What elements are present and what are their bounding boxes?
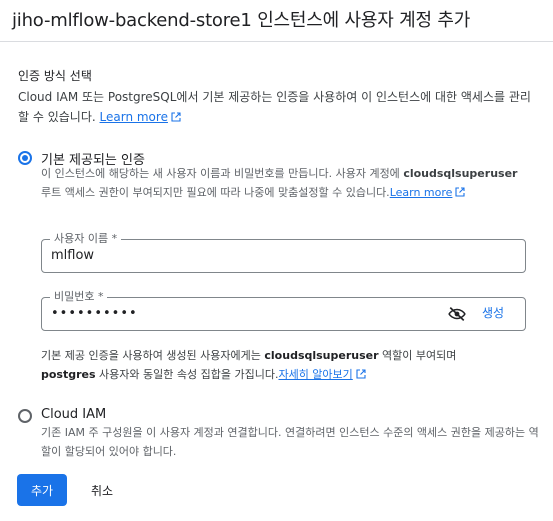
learn-more-link[interactable]: Learn more [100, 110, 181, 124]
builtin-desc-part1: 이 인스턴스에 해당하는 새 사용자 이름과 비밀번호를 만듭니다. 사용자 계… [41, 167, 404, 180]
note-learn-more-link[interactable]: 자세히 알아보기 [278, 368, 366, 381]
title-divider [0, 41, 553, 42]
password-field[interactable]: 비밀번호 * •••••••••• 생성 [41, 289, 526, 331]
note-postgres: postgres [41, 368, 96, 381]
note-part3: 사용자와 동일한 속성 집합을 가집니다. [95, 368, 279, 381]
auth-method-label: 인증 방식 선택 [18, 69, 92, 83]
auth-description-text: Cloud IAM 또는 PostgreSQL에서 기본 제공하는 인증을 사용… [18, 90, 531, 124]
builtin-auth-description: 이 인스턴스에 해당하는 새 사용자 이름과 비밀번호를 만듭니다. 사용자 계… [41, 164, 531, 202]
builtin-desc-part2: 루트 액세스 권한이 부여되지만 필요에 따라 나중에 맞춤설정할 수 있습니다… [41, 186, 390, 199]
password-value[interactable]: •••••••••• [51, 306, 138, 321]
visibility-off-icon[interactable] [448, 306, 466, 322]
open-in-new-icon [356, 369, 366, 379]
auth-method-description: Cloud IAM 또는 PostgreSQL에서 기본 제공하는 인증을 사용… [18, 87, 538, 127]
learn-more-text: Learn more [99, 110, 168, 124]
builtin-learn-more-text: Learn more [389, 186, 453, 199]
username-field[interactable]: 사용자 이름 * mlflow [41, 231, 526, 273]
dialog-title: jiho-mlflow-backend-store1 인스턴스에 사용자 계정 … [12, 10, 471, 31]
cloud-iam-title: Cloud IAM [41, 407, 107, 422]
cancel-button[interactable]: 취소 [81, 474, 123, 506]
builtin-desc-role: cloudsqlsuperuser [403, 167, 518, 180]
builtin-auth-note: 기본 제공 인증을 사용하여 생성된 사용자에게는 cloudsqlsuperu… [41, 346, 511, 384]
cloud-iam-radio[interactable] [18, 409, 32, 423]
generate-password-button[interactable]: 생성 [482, 304, 504, 321]
note-role: cloudsqlsuperuser [264, 349, 379, 362]
open-in-new-icon [455, 187, 465, 197]
username-value[interactable]: mlflow [51, 248, 94, 263]
password-label: 비밀번호 * [50, 289, 108, 305]
username-label: 사용자 이름 * [50, 231, 122, 247]
cloud-iam-description: 기존 IAM 주 구성원을 이 사용자 계정과 연결합니다. 연결하려면 인스턴… [41, 426, 539, 458]
add-button[interactable]: 추가 [17, 474, 67, 506]
builtin-learn-more-link[interactable]: Learn more [390, 186, 466, 199]
note-learn-more-text: 자세히 알아보기 [278, 368, 353, 381]
note-part2: 역할이 부여되며 [378, 349, 457, 362]
open-in-new-icon [171, 112, 181, 122]
builtin-auth-radio[interactable] [18, 151, 32, 165]
note-part1: 기본 제공 인증을 사용하여 생성된 사용자에게는 [41, 349, 265, 362]
